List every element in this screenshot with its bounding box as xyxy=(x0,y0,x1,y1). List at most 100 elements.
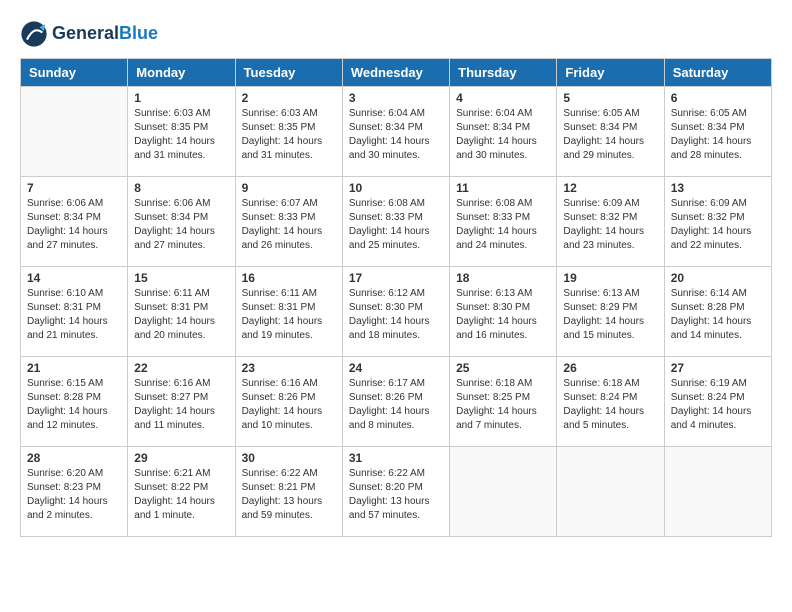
day-info: Sunrise: 6:05 AM Sunset: 8:34 PM Dayligh… xyxy=(563,107,657,163)
weekday-header: Tuesday xyxy=(235,59,342,87)
day-info: Sunrise: 6:14 AM Sunset: 8:28 PM Dayligh… xyxy=(671,287,765,343)
calendar-week-row: 28 Sunrise: 6:20 AM Sunset: 8:23 PM Dayl… xyxy=(21,447,772,537)
weekday-header: Wednesday xyxy=(342,59,449,87)
day-info: Sunrise: 6:22 AM Sunset: 8:20 PM Dayligh… xyxy=(349,467,443,523)
day-info: Sunrise: 6:22 AM Sunset: 8:21 PM Dayligh… xyxy=(242,467,336,523)
calendar-week-row: 1 Sunrise: 6:03 AM Sunset: 8:35 PM Dayli… xyxy=(21,87,772,177)
calendar-cell: 3 Sunrise: 6:04 AM Sunset: 8:34 PM Dayli… xyxy=(342,87,449,177)
weekday-header: Thursday xyxy=(450,59,557,87)
day-number: 3 xyxy=(349,91,443,105)
calendar-cell: 24 Sunrise: 6:17 AM Sunset: 8:26 PM Dayl… xyxy=(342,357,449,447)
day-number: 8 xyxy=(134,181,228,195)
day-number: 9 xyxy=(242,181,336,195)
day-number: 14 xyxy=(27,271,121,285)
day-info: Sunrise: 6:07 AM Sunset: 8:33 PM Dayligh… xyxy=(242,197,336,253)
day-number: 17 xyxy=(349,271,443,285)
day-number: 7 xyxy=(27,181,121,195)
day-number: 18 xyxy=(456,271,550,285)
day-number: 24 xyxy=(349,361,443,375)
logo-text: GeneralBlue xyxy=(52,24,158,44)
day-number: 29 xyxy=(134,451,228,465)
day-info: Sunrise: 6:10 AM Sunset: 8:31 PM Dayligh… xyxy=(27,287,121,343)
calendar-cell: 1 Sunrise: 6:03 AM Sunset: 8:35 PM Dayli… xyxy=(128,87,235,177)
calendar-cell: 27 Sunrise: 6:19 AM Sunset: 8:24 PM Dayl… xyxy=(664,357,771,447)
calendar-week-row: 21 Sunrise: 6:15 AM Sunset: 8:28 PM Dayl… xyxy=(21,357,772,447)
day-info: Sunrise: 6:06 AM Sunset: 8:34 PM Dayligh… xyxy=(134,197,228,253)
calendar-cell: 25 Sunrise: 6:18 AM Sunset: 8:25 PM Dayl… xyxy=(450,357,557,447)
day-info: Sunrise: 6:11 AM Sunset: 8:31 PM Dayligh… xyxy=(134,287,228,343)
calendar-table: SundayMondayTuesdayWednesdayThursdayFrid… xyxy=(20,58,772,537)
calendar-cell: 5 Sunrise: 6:05 AM Sunset: 8:34 PM Dayli… xyxy=(557,87,664,177)
day-info: Sunrise: 6:12 AM Sunset: 8:30 PM Dayligh… xyxy=(349,287,443,343)
day-info: Sunrise: 6:13 AM Sunset: 8:30 PM Dayligh… xyxy=(456,287,550,343)
calendar-cell: 29 Sunrise: 6:21 AM Sunset: 8:22 PM Dayl… xyxy=(128,447,235,537)
calendar-cell: 22 Sunrise: 6:16 AM Sunset: 8:27 PM Dayl… xyxy=(128,357,235,447)
calendar-cell: 8 Sunrise: 6:06 AM Sunset: 8:34 PM Dayli… xyxy=(128,177,235,267)
calendar-cell: 10 Sunrise: 6:08 AM Sunset: 8:33 PM Dayl… xyxy=(342,177,449,267)
calendar-cell: 23 Sunrise: 6:16 AM Sunset: 8:26 PM Dayl… xyxy=(235,357,342,447)
weekday-header: Saturday xyxy=(664,59,771,87)
day-number: 25 xyxy=(456,361,550,375)
calendar-week-row: 14 Sunrise: 6:10 AM Sunset: 8:31 PM Dayl… xyxy=(21,267,772,357)
day-info: Sunrise: 6:18 AM Sunset: 8:24 PM Dayligh… xyxy=(563,377,657,433)
day-number: 6 xyxy=(671,91,765,105)
day-number: 16 xyxy=(242,271,336,285)
day-number: 13 xyxy=(671,181,765,195)
calendar-cell: 14 Sunrise: 6:10 AM Sunset: 8:31 PM Dayl… xyxy=(21,267,128,357)
calendar-cell: 6 Sunrise: 6:05 AM Sunset: 8:34 PM Dayli… xyxy=(664,87,771,177)
day-info: Sunrise: 6:21 AM Sunset: 8:22 PM Dayligh… xyxy=(134,467,228,523)
day-info: Sunrise: 6:09 AM Sunset: 8:32 PM Dayligh… xyxy=(563,197,657,253)
calendar-cell: 31 Sunrise: 6:22 AM Sunset: 8:20 PM Dayl… xyxy=(342,447,449,537)
calendar-cell: 30 Sunrise: 6:22 AM Sunset: 8:21 PM Dayl… xyxy=(235,447,342,537)
calendar-cell: 4 Sunrise: 6:04 AM Sunset: 8:34 PM Dayli… xyxy=(450,87,557,177)
day-number: 10 xyxy=(349,181,443,195)
calendar-cell: 11 Sunrise: 6:08 AM Sunset: 8:33 PM Dayl… xyxy=(450,177,557,267)
calendar-cell: 18 Sunrise: 6:13 AM Sunset: 8:30 PM Dayl… xyxy=(450,267,557,357)
day-number: 23 xyxy=(242,361,336,375)
calendar-cell: 15 Sunrise: 6:11 AM Sunset: 8:31 PM Dayl… xyxy=(128,267,235,357)
day-number: 5 xyxy=(563,91,657,105)
calendar-cell: 19 Sunrise: 6:13 AM Sunset: 8:29 PM Dayl… xyxy=(557,267,664,357)
calendar-header: SundayMondayTuesdayWednesdayThursdayFrid… xyxy=(21,59,772,87)
day-info: Sunrise: 6:08 AM Sunset: 8:33 PM Dayligh… xyxy=(349,197,443,253)
calendar-cell: 21 Sunrise: 6:15 AM Sunset: 8:28 PM Dayl… xyxy=(21,357,128,447)
day-number: 2 xyxy=(242,91,336,105)
day-info: Sunrise: 6:11 AM Sunset: 8:31 PM Dayligh… xyxy=(242,287,336,343)
day-info: Sunrise: 6:04 AM Sunset: 8:34 PM Dayligh… xyxy=(349,107,443,163)
day-info: Sunrise: 6:08 AM Sunset: 8:33 PM Dayligh… xyxy=(456,197,550,253)
day-info: Sunrise: 6:16 AM Sunset: 8:26 PM Dayligh… xyxy=(242,377,336,433)
day-info: Sunrise: 6:18 AM Sunset: 8:25 PM Dayligh… xyxy=(456,377,550,433)
day-info: Sunrise: 6:04 AM Sunset: 8:34 PM Dayligh… xyxy=(456,107,550,163)
day-number: 26 xyxy=(563,361,657,375)
calendar-week-row: 7 Sunrise: 6:06 AM Sunset: 8:34 PM Dayli… xyxy=(21,177,772,267)
weekday-header: Sunday xyxy=(21,59,128,87)
weekday-header: Monday xyxy=(128,59,235,87)
day-info: Sunrise: 6:09 AM Sunset: 8:32 PM Dayligh… xyxy=(671,197,765,253)
calendar-cell: 26 Sunrise: 6:18 AM Sunset: 8:24 PM Dayl… xyxy=(557,357,664,447)
calendar-cell: 2 Sunrise: 6:03 AM Sunset: 8:35 PM Dayli… xyxy=(235,87,342,177)
weekday-header: Friday xyxy=(557,59,664,87)
calendar-cell: 13 Sunrise: 6:09 AM Sunset: 8:32 PM Dayl… xyxy=(664,177,771,267)
day-number: 19 xyxy=(563,271,657,285)
calendar-cell: 28 Sunrise: 6:20 AM Sunset: 8:23 PM Dayl… xyxy=(21,447,128,537)
day-number: 28 xyxy=(27,451,121,465)
calendar-cell: 16 Sunrise: 6:11 AM Sunset: 8:31 PM Dayl… xyxy=(235,267,342,357)
day-info: Sunrise: 6:13 AM Sunset: 8:29 PM Dayligh… xyxy=(563,287,657,343)
logo: GeneralBlue xyxy=(20,20,158,48)
calendar-cell xyxy=(664,447,771,537)
day-number: 27 xyxy=(671,361,765,375)
day-number: 21 xyxy=(27,361,121,375)
day-number: 12 xyxy=(563,181,657,195)
day-number: 20 xyxy=(671,271,765,285)
day-info: Sunrise: 6:17 AM Sunset: 8:26 PM Dayligh… xyxy=(349,377,443,433)
day-info: Sunrise: 6:16 AM Sunset: 8:27 PM Dayligh… xyxy=(134,377,228,433)
calendar-cell: 9 Sunrise: 6:07 AM Sunset: 8:33 PM Dayli… xyxy=(235,177,342,267)
day-info: Sunrise: 6:03 AM Sunset: 8:35 PM Dayligh… xyxy=(242,107,336,163)
day-number: 11 xyxy=(456,181,550,195)
calendar-cell: 17 Sunrise: 6:12 AM Sunset: 8:30 PM Dayl… xyxy=(342,267,449,357)
calendar-cell: 12 Sunrise: 6:09 AM Sunset: 8:32 PM Dayl… xyxy=(557,177,664,267)
page-header: GeneralBlue xyxy=(20,20,772,48)
day-number: 22 xyxy=(134,361,228,375)
calendar-cell xyxy=(450,447,557,537)
day-info: Sunrise: 6:15 AM Sunset: 8:28 PM Dayligh… xyxy=(27,377,121,433)
